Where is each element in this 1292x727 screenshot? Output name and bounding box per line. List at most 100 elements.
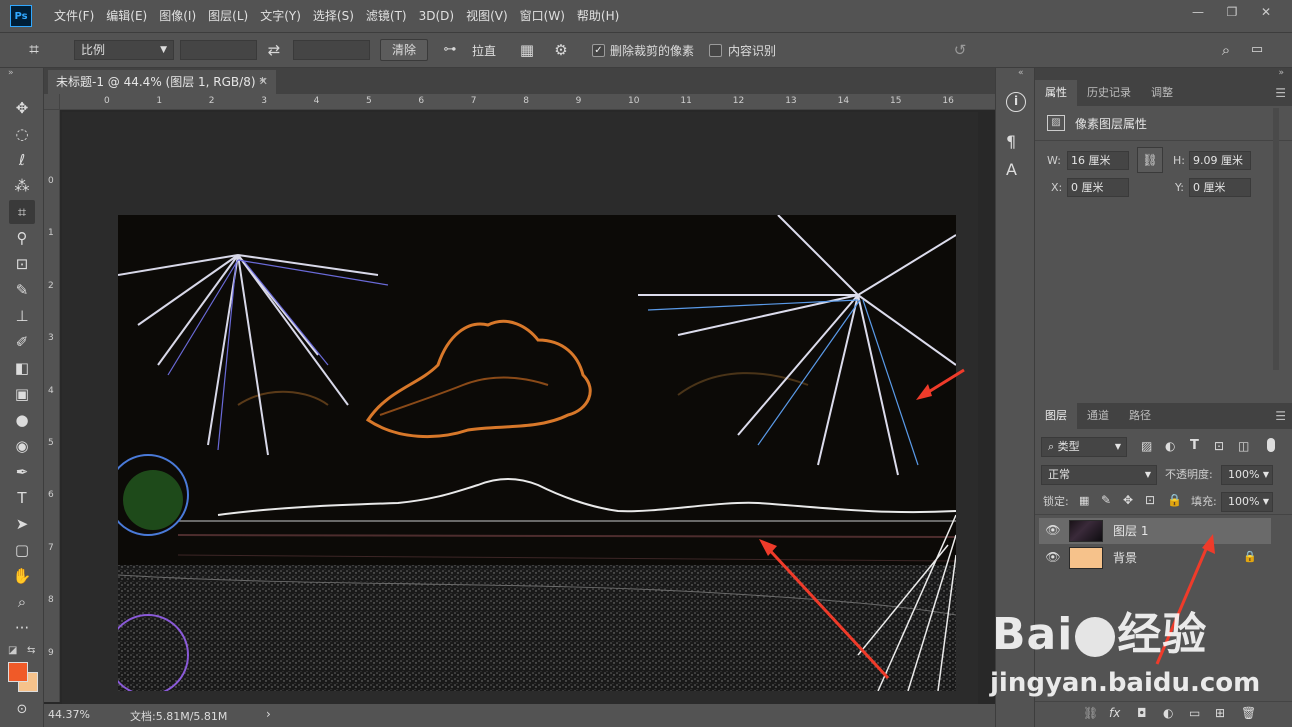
y-input[interactable]: 0 厘米 — [1189, 178, 1251, 197]
workspace-icon[interactable]: ▭ — [1246, 40, 1268, 60]
gear-icon[interactable]: ⚙ — [550, 40, 572, 60]
swap-icon[interactable]: ⇄ — [264, 40, 284, 60]
lock-pixels-icon[interactable]: ✎ — [1101, 493, 1111, 507]
menu-select[interactable]: 选择(S) — [307, 0, 360, 32]
more-tools-icon[interactable]: ··· — [9, 616, 35, 640]
tab-layers[interactable]: 图层 — [1035, 403, 1077, 429]
hand-tool-icon[interactable]: ✋ — [9, 564, 35, 588]
paragraph-icon[interactable]: ¶ — [1006, 132, 1016, 151]
clear-button[interactable]: 清除 — [380, 39, 428, 61]
quick-mask-icon[interactable]: ⊙ — [9, 698, 35, 722]
zoom-level[interactable]: 44.37% — [48, 708, 90, 721]
close-icon[interactable]: ✕ — [259, 70, 268, 94]
foreground-color-swatch[interactable] — [8, 662, 28, 682]
content-aware-checkbox[interactable] — [709, 44, 722, 57]
new-layer-icon[interactable]: ⊞ — [1215, 706, 1225, 720]
menu-3d[interactable]: 3D(D) — [413, 0, 460, 32]
document-tab[interactable]: 未标题-1 @ 44.4% (图层 1, RGB/8) * ✕ — [48, 70, 276, 94]
menu-view[interactable]: 视图(V) — [460, 0, 514, 32]
reset-icon[interactable]: ↺ — [950, 40, 970, 60]
tab-channels[interactable]: 通道 — [1077, 403, 1119, 429]
minimize-button[interactable]: — — [1186, 4, 1210, 20]
delete-cropped-checkbox[interactable]: ✓ — [592, 44, 605, 57]
trash-icon[interactable]: 🗑 — [1241, 706, 1256, 720]
height-input[interactable]: 9.09 厘米 — [1189, 151, 1251, 170]
menu-image[interactable]: 图像(I) — [153, 0, 202, 32]
group-folder-icon[interactable]: ▭ — [1189, 706, 1200, 720]
filter-smart-object-icon[interactable]: ◫ — [1238, 439, 1249, 453]
zoom-tool-icon[interactable]: ⌕ — [9, 590, 35, 614]
pen-tool-icon[interactable]: ✒ — [9, 460, 35, 484]
layer-filter-select[interactable]: ⌕ 类型 ▼ — [1041, 437, 1127, 457]
eye-icon[interactable]: 👁 — [1045, 549, 1061, 565]
ruler-origin[interactable] — [44, 94, 60, 110]
mask-icon[interactable]: ◘ — [1137, 706, 1147, 720]
brush-tool-icon[interactable]: ✎ — [9, 278, 35, 302]
fx-icon[interactable]: fx — [1109, 706, 1120, 720]
gradient-tool-icon[interactable]: ▣ — [9, 382, 35, 406]
link-layers-icon[interactable]: ⛓ — [1083, 706, 1098, 720]
close-window-button[interactable]: ✕ — [1254, 4, 1278, 20]
history-brush-tool-icon[interactable]: ✐ — [9, 330, 35, 354]
blur-tool-icon[interactable]: ● — [9, 408, 35, 432]
default-colors-icon[interactable]: ◪ — [8, 645, 17, 656]
collapse-panels-icon[interactable]: » — [1278, 68, 1284, 78]
path-select-tool-icon[interactable]: ➤ — [9, 512, 35, 536]
stamp-tool-icon[interactable]: ⊥ — [9, 304, 35, 328]
x-input[interactable]: 0 厘米 — [1067, 178, 1129, 197]
lock-position-icon[interactable]: ✥ — [1123, 493, 1133, 507]
swap-colors-icon[interactable]: ⇆ — [27, 645, 35, 656]
lasso-tool-icon[interactable]: ℓ — [9, 148, 35, 172]
lock-all-icon[interactable]: 🔒 — [1167, 493, 1182, 507]
straighten-label[interactable]: 拉直 — [472, 41, 496, 61]
marquee-tool-icon[interactable]: ◌ — [9, 122, 35, 146]
tab-properties[interactable]: 属性 — [1035, 80, 1077, 106]
filter-type-icon[interactable]: T — [1190, 438, 1199, 453]
lock-artboard-icon[interactable]: ⊡ — [1145, 493, 1155, 507]
filter-shape-icon[interactable]: ⊡ — [1214, 439, 1224, 453]
chevron-right-icon[interactable]: › — [266, 707, 271, 721]
shape-tool-icon[interactable]: ▢ — [9, 538, 35, 562]
panel-menu-icon[interactable]: ☰ — [1275, 80, 1286, 106]
ratio-height-input[interactable] — [293, 40, 370, 60]
layers-menu-icon[interactable]: ☰ — [1275, 403, 1286, 429]
properties-scrollbar[interactable] — [1273, 108, 1279, 370]
type-tool-icon[interactable]: T — [9, 486, 35, 510]
opacity-input[interactable]: 100% ▼ — [1221, 465, 1273, 485]
layer-name[interactable]: 背景 — [1113, 545, 1137, 571]
tab-history[interactable]: 历史记录 — [1077, 80, 1141, 106]
eyedropper-tool-icon[interactable]: ⚲ — [9, 226, 35, 250]
filter-pixel-icon[interactable]: ▨ — [1141, 439, 1152, 453]
eraser-tool-icon[interactable]: ◧ — [9, 356, 35, 380]
restore-button[interactable]: ❐ — [1220, 4, 1244, 20]
info-icon[interactable]: i — [1006, 92, 1026, 112]
adjustment-layer-icon[interactable]: ◐ — [1163, 706, 1173, 720]
collapse-icon[interactable]: » — [8, 68, 14, 78]
search-icon[interactable]: ⌕ — [1216, 40, 1236, 60]
move-tool-icon[interactable]: ✥ — [9, 96, 35, 120]
ratio-select[interactable]: 比例 ▼ — [74, 40, 174, 60]
blend-mode-select[interactable]: 正常 ▼ — [1041, 465, 1157, 485]
character-icon[interactable]: A — [1006, 160, 1017, 179]
dodge-tool-icon[interactable]: ◉ — [9, 434, 35, 458]
menu-type[interactable]: 文字(Y) — [254, 0, 307, 32]
eye-icon[interactable]: 👁 — [1045, 522, 1061, 538]
menu-help[interactable]: 帮助(H) — [571, 0, 625, 32]
expand-panels-icon[interactable]: « — [1018, 68, 1024, 78]
overlay-grid-icon[interactable]: ▦ — [516, 40, 538, 60]
menu-window[interactable]: 窗口(W) — [514, 0, 571, 32]
tab-paths[interactable]: 路径 — [1119, 403, 1161, 429]
crop-tool-icon[interactable]: ⌗ — [9, 200, 35, 224]
quick-select-tool-icon[interactable]: ⁂ — [9, 174, 35, 198]
menu-layer[interactable]: 图层(L) — [202, 0, 254, 32]
link-icon[interactable]: ⛓ — [1137, 147, 1163, 173]
ratio-width-input[interactable] — [180, 40, 257, 60]
menu-file[interactable]: 文件(F) — [48, 0, 100, 32]
menu-edit[interactable]: 编辑(E) — [100, 0, 153, 32]
straighten-icon[interactable]: ⊶ — [440, 40, 460, 60]
fill-input[interactable]: 100% ▼ — [1221, 492, 1273, 512]
filter-toggle[interactable] — [1267, 438, 1275, 452]
lock-transparent-icon[interactable]: ▦ — [1079, 494, 1089, 507]
frame-tool-icon[interactable]: ⊡ — [9, 252, 35, 276]
filter-adjustment-icon[interactable]: ◐ — [1165, 439, 1175, 453]
